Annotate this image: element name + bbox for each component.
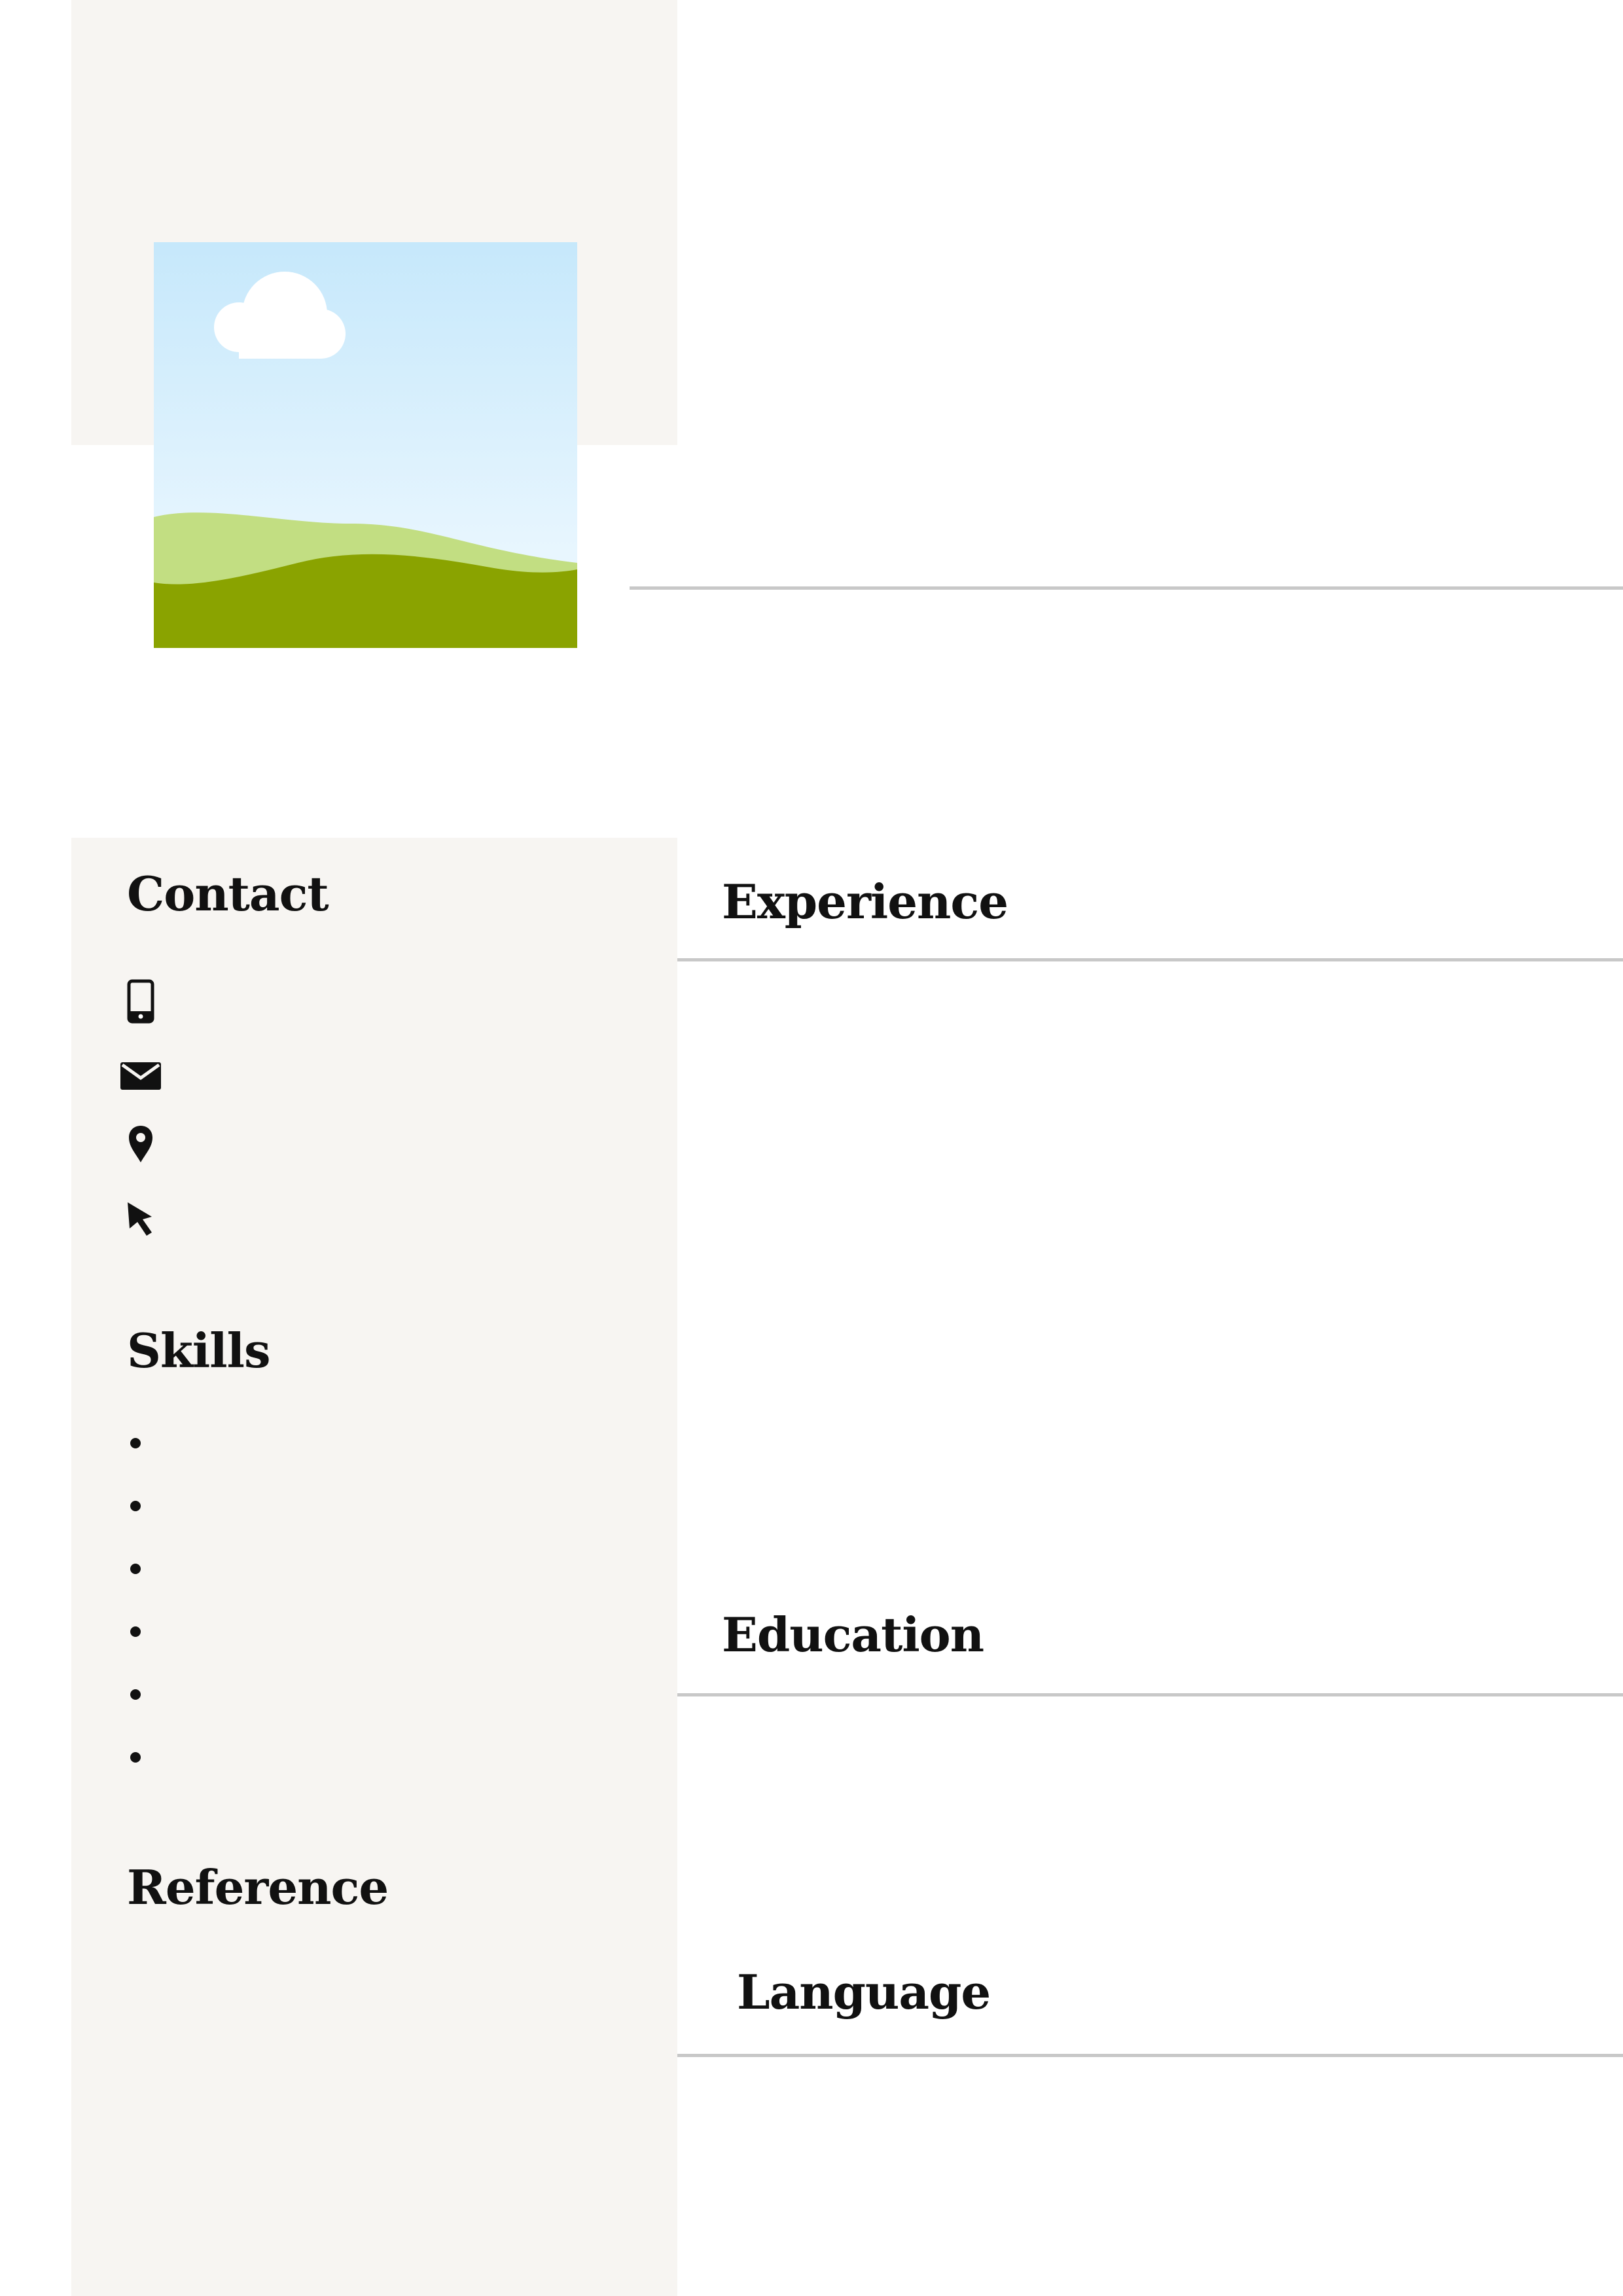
experience-divider — [677, 958, 1623, 961]
skill-bullet — [130, 1438, 141, 1448]
sidebar-main-panel — [71, 838, 677, 2296]
location-icon — [120, 1121, 162, 1168]
skills-heading: Skills — [127, 1323, 270, 1378]
contact-heading: Contact — [127, 866, 329, 922]
profile-photo-placeholder[interactable] — [154, 242, 577, 648]
header-divider — [630, 586, 1623, 590]
language-divider — [677, 2054, 1623, 2057]
skill-bullet — [130, 1752, 141, 1763]
skill-bullet — [130, 1501, 141, 1511]
skill-bullet — [130, 1564, 141, 1574]
phone-icon — [120, 978, 162, 1025]
education-divider — [677, 1693, 1623, 1696]
language-heading: Language — [737, 1964, 991, 2020]
education-heading: Education — [722, 1607, 984, 1662]
landscape-placeholder-icon — [154, 242, 577, 648]
experience-heading: Experience — [722, 874, 1008, 929]
reference-heading: Reference — [127, 1859, 389, 1915]
skill-bullet — [130, 1626, 141, 1637]
skill-bullet — [130, 1689, 141, 1700]
cursor-icon — [120, 1195, 162, 1242]
email-icon — [120, 1052, 162, 1100]
